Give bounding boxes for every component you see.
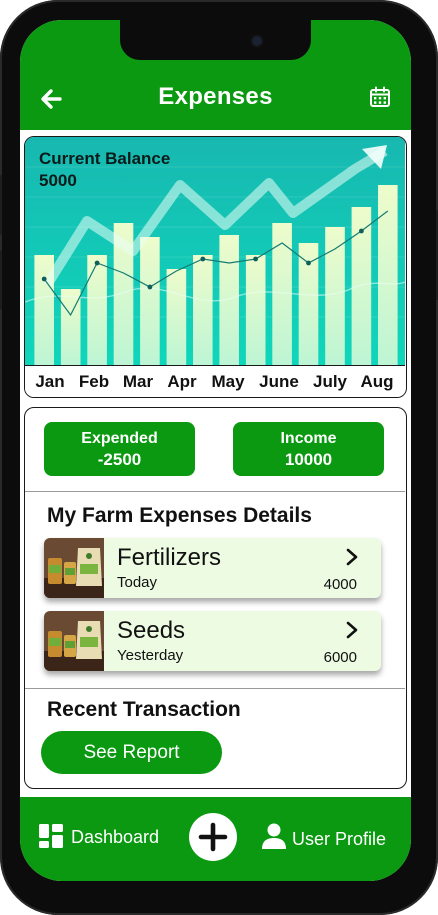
chart-bar: [378, 185, 398, 365]
bottom-nav: Dashboard User Profile: [20, 797, 411, 881]
balance-chart-card: Current Balance 5000 Jan Feb Mar Apr May…: [24, 136, 407, 398]
expense-item-amount: 4000: [323, 576, 357, 593]
chevron-right-icon: [346, 621, 358, 639]
seeds-thumbnail: [44, 611, 104, 671]
month-label: Apr: [167, 372, 197, 391]
details-title: My Farm Expenses Details: [47, 504, 312, 527]
expended-value: -2500: [97, 450, 142, 469]
chart-point: [147, 284, 153, 290]
expended-button[interactable]: Expended -2500: [44, 422, 195, 476]
expense-item-date: Today: [117, 574, 158, 591]
recent-transaction-title: Recent Transaction: [47, 698, 241, 721]
month-label: May: [211, 372, 245, 391]
divider: [25, 491, 405, 492]
nav-user-profile-label: User Profile: [292, 829, 387, 849]
chart-point: [253, 256, 258, 262]
expense-item-seeds[interactable]: Seeds Yesterday 6000: [44, 611, 381, 671]
app-header: Expenses: [20, 20, 411, 130]
nav-user-profile[interactable]: User Profile: [260, 797, 400, 881]
month-label: Feb: [78, 372, 110, 391]
month-label: Mar: [122, 372, 154, 391]
chart-svg: [25, 145, 405, 365]
chart-point: [200, 256, 206, 262]
chart-point: [359, 228, 364, 234]
see-report-button[interactable]: See Report: [41, 731, 222, 774]
balance-label: Current Balance: [39, 149, 171, 168]
screen: Expenses Current Balance 5000 Jan Feb Ma…: [20, 20, 411, 881]
nav-dashboard[interactable]: Dashboard: [38, 797, 188, 881]
phone-frame: Expenses Current Balance 5000 Jan Feb Ma…: [0, 0, 438, 915]
chart-bar: [325, 227, 345, 365]
balance-chart: Current Balance 5000: [25, 137, 405, 365]
calendar-icon: [370, 86, 390, 107]
chart-gridlines: [25, 166, 405, 318]
income-button[interactable]: Income 10000: [233, 422, 384, 476]
chart-point: [94, 260, 100, 266]
fertilizer-thumbnail: [44, 538, 104, 598]
add-button[interactable]: [189, 813, 237, 861]
chart-bar: [193, 255, 213, 365]
expense-item-fertilizers[interactable]: Fertilizers Today 4000: [44, 538, 381, 598]
balance-value: 5000: [39, 171, 77, 190]
chart-point: [41, 276, 47, 282]
income-label: Income: [280, 430, 337, 447]
summary-card: Expended -2500 Income 10000 My Farm Expe…: [24, 407, 407, 789]
chart-bar: [140, 237, 160, 365]
expense-item-name: Seeds: [117, 617, 186, 644]
page-title: Expenses: [158, 83, 273, 110]
month-label: Aug: [360, 372, 394, 391]
expense-item-name: Fertilizers: [117, 544, 222, 571]
nav-dashboard-label: Dashboard: [71, 827, 160, 847]
chart-point: [306, 260, 311, 266]
chart-bar: [245, 255, 266, 365]
chart-bar: [166, 269, 187, 365]
dashboard-icon: [39, 824, 63, 848]
chevron-right-icon: [346, 548, 358, 566]
notch: [120, 20, 311, 60]
month-label: June: [259, 372, 299, 391]
user-icon: [262, 823, 286, 849]
chart-month-axis: Jan Feb Mar Apr May June July Aug: [25, 365, 405, 397]
front-camera: [252, 36, 262, 46]
month-label: Jan: [35, 372, 65, 391]
expense-item-amount: 6000: [323, 649, 357, 666]
month-label: July: [312, 372, 348, 391]
volume-down-button: [0, 250, 2, 310]
income-value: 10000: [284, 450, 333, 469]
divider: [25, 688, 405, 689]
expended-label: Expended: [81, 430, 158, 447]
calendar-button[interactable]: [369, 86, 391, 108]
expense-item-date: Yesterday: [117, 647, 184, 664]
chart-bar: [87, 255, 107, 365]
plus-icon: [198, 822, 228, 852]
volume-up-button: [0, 175, 2, 235]
